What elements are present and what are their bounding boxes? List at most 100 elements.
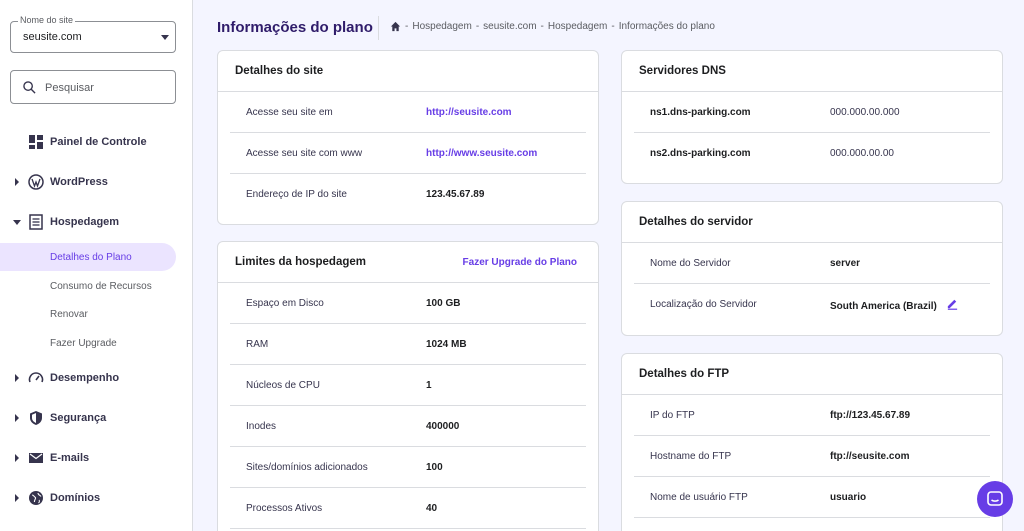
table-row: Sites/domínios adicionados 100 — [230, 447, 586, 488]
wordpress-icon — [28, 174, 44, 190]
site-details-card: Detalhes do site Acesse seu site em http… — [217, 50, 599, 225]
sidebar-subitem-label: Consumo de Recursos — [50, 281, 152, 292]
chevron-right-icon — [15, 454, 19, 462]
row-key: IP do FTP — [650, 410, 695, 421]
breadcrumb-current: Informações do plano — [618, 21, 715, 32]
breadcrumb-item[interactable]: Hospedagem — [548, 21, 607, 32]
table-row: Espaço em Disco 100 GB — [230, 283, 586, 324]
table-row: Endereço de IP do site 123.45.67.89 — [230, 174, 586, 215]
row-key: Localização do Servidor — [650, 299, 757, 310]
site-name-select[interactable]: Nome do site seusite.com — [10, 15, 176, 53]
search-icon — [23, 81, 36, 94]
row-key: Acesse seu site com www — [246, 148, 363, 159]
sidebar-item-label: Domínios — [50, 492, 101, 504]
card-header: Detalhes do site — [218, 51, 598, 92]
gauge-icon — [28, 372, 44, 383]
table-row: Nome do Servidor server — [634, 243, 990, 284]
sidebar-item-emails[interactable]: E-mails — [0, 444, 193, 472]
row-key: Hostname do FTP — [650, 451, 732, 462]
row-value: usuario — [830, 492, 867, 503]
site-select-value: seusite.com — [23, 31, 82, 43]
sidebar-subitem-label: Renovar — [50, 309, 88, 320]
chevron-down-icon — [13, 220, 21, 225]
dns-servers-card: Servidores DNS ns1.dns-parking.com 000.0… — [621, 50, 1003, 184]
sidebar-item-wordpress[interactable]: WordPress — [0, 168, 193, 196]
site-www-url-link[interactable]: http://www.seusite.com — [426, 148, 537, 159]
search-placeholder: Pesquisar — [45, 82, 94, 94]
row-value: 1024 MB — [426, 339, 467, 350]
search-input[interactable]: Pesquisar — [10, 70, 176, 104]
table-row: Acesse seu site em http://seusite.com — [230, 92, 586, 133]
sidebar-item-dashboard[interactable]: Painel de Controle — [0, 128, 193, 156]
title-divider — [378, 16, 379, 40]
sidebar-item-hosting[interactable]: Hospedagem — [0, 208, 193, 236]
nameserver-ip: 000.000.00.00 — [830, 148, 894, 159]
breadcrumb-separator: - — [540, 21, 544, 32]
chevron-right-icon — [15, 414, 19, 422]
row-value: 123.45.67.89 — [426, 189, 485, 200]
sidebar-item-label: Desempenho — [50, 372, 120, 384]
row-value: 100 GB — [426, 298, 461, 309]
breadcrumb-item[interactable]: seusite.com — [483, 21, 536, 32]
sidebar-subitem-renew[interactable]: Renovar — [0, 300, 176, 328]
chevron-right-icon — [15, 494, 19, 502]
chevron-right-icon — [15, 374, 19, 382]
table-row: IP do FTP ftp://123.45.67.89 — [634, 395, 990, 436]
globe-icon — [29, 491, 43, 505]
card-header: Servidores DNS — [622, 51, 1002, 92]
row-key: Espaço em Disco — [246, 298, 324, 309]
breadcrumb: - Hospedagem - seusite.com - Hospedagem … — [390, 21, 715, 32]
row-key: Núcleos de CPU — [246, 380, 320, 391]
sidebar-item-security[interactable]: Segurança — [0, 404, 193, 432]
ftp-details-card: Detalhes do FTP IP do FTP ftp://123.45.6… — [621, 353, 1003, 531]
table-row: Nome de usuário FTP usuario — [634, 477, 990, 518]
table-row: Inodes 400000 — [230, 406, 586, 447]
breadcrumb-separator: - — [405, 21, 409, 32]
row-value: server — [830, 258, 861, 269]
row-value: 100 — [426, 462, 443, 473]
row-value: 400000 — [426, 421, 460, 432]
chat-icon — [987, 491, 1003, 506]
row-key: RAM — [246, 339, 269, 350]
sidebar-item-label: WordPress — [50, 176, 108, 188]
chat-button[interactable] — [977, 481, 1013, 517]
nameserver: ns1.dns-parking.com — [650, 107, 751, 118]
table-row: Hostname do FTP ftp://seusite.com — [634, 436, 990, 477]
sidebar-subitem-label: Fazer Upgrade — [50, 338, 117, 349]
breadcrumb-separator: - — [611, 21, 615, 32]
site-url-link[interactable]: http://seusite.com — [426, 107, 512, 118]
table-row: Localização do Servidor South America (B… — [634, 284, 990, 325]
chevron-down-icon — [161, 35, 169, 40]
card-title: Limites da hospedagem — [235, 256, 367, 268]
sidebar-item-domains[interactable]: Domínios — [0, 484, 193, 512]
row-key: Inodes — [246, 421, 277, 432]
row-key: Sites/domínios adicionados — [246, 462, 368, 473]
server-details-card: Detalhes do servidor Nome do Servidor se… — [621, 201, 1003, 336]
sidebar-subitem-resource-usage[interactable]: Consumo de Recursos — [0, 272, 176, 300]
server-icon — [29, 214, 43, 230]
sidebar-item-performance[interactable]: Desempenho — [0, 364, 193, 392]
table-row: Acesse seu site com www http://www.seusi… — [230, 133, 586, 174]
sidebar-subitem-upgrade[interactable]: Fazer Upgrade — [0, 329, 176, 357]
chevron-right-icon — [15, 178, 19, 186]
shield-icon — [30, 411, 42, 425]
table-row: RAM 1024 MB — [230, 324, 586, 365]
card-title: Servidores DNS — [639, 65, 726, 77]
card-title: Detalhes do FTP — [639, 368, 730, 380]
row-value: 1 — [426, 380, 432, 391]
dashboard-icon — [29, 135, 43, 149]
page-title: Informações do plano — [217, 19, 373, 36]
sidebar-item-label: Painel de Controle — [50, 136, 147, 148]
sidebar-subitem-label: Detalhes do Plano — [50, 252, 132, 263]
upgrade-plan-link[interactable]: Fazer Upgrade do Plano — [463, 257, 577, 268]
sidebar-item-label: E-mails — [50, 452, 90, 464]
edit-icon[interactable] — [946, 297, 959, 310]
nameserver-ip: 000.000.00.000 — [830, 107, 900, 118]
mail-icon — [29, 453, 43, 463]
server-location: South America (Brazil) — [830, 301, 937, 312]
breadcrumb-item[interactable]: Hospedagem — [412, 21, 471, 32]
hosting-limits-card: Limites da hospedagem Fazer Upgrade do P… — [217, 241, 599, 531]
home-icon[interactable] — [390, 21, 401, 32]
sidebar-subitem-plan-details[interactable]: Detalhes do Plano — [0, 243, 176, 271]
card-header: Detalhes do servidor — [622, 202, 1002, 243]
